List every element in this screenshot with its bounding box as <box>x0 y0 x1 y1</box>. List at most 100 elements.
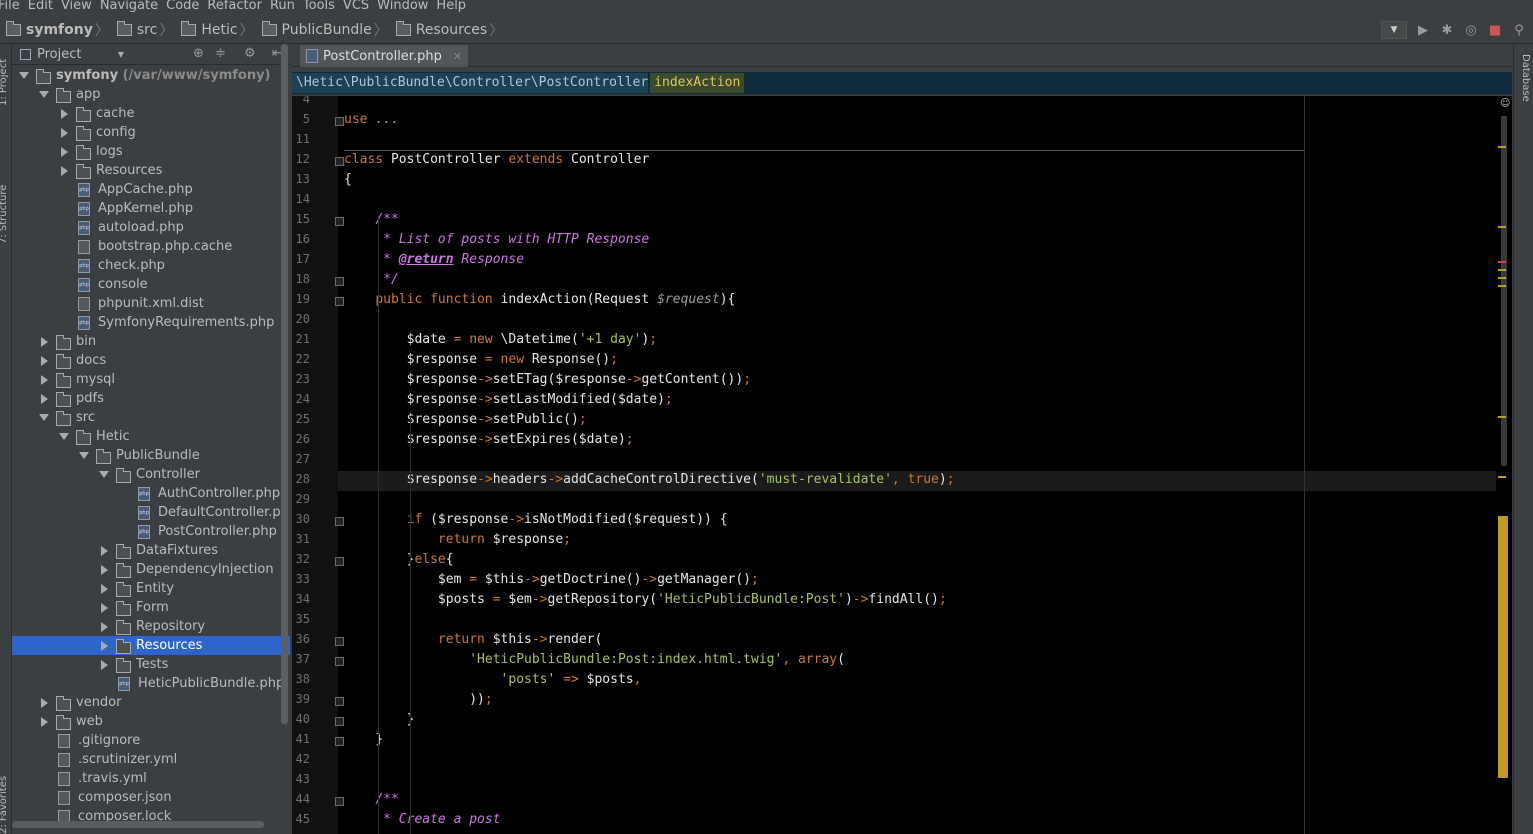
breadcrumb-publicbundle[interactable]: PublicBundle <box>256 21 372 38</box>
fold-marker-icon[interactable] <box>335 297 344 306</box>
coverage-icon[interactable]: ◎ <box>1463 22 1479 38</box>
warning-marker[interactable] <box>1498 277 1506 279</box>
collapsed-arrow-icon[interactable] <box>41 698 48 708</box>
collapsed-arrow-icon[interactable] <box>41 375 48 385</box>
fold-marker-icon[interactable] <box>335 217 344 226</box>
project-tool-tab[interactable]: 1: Project <box>0 59 9 106</box>
run-icon[interactable]: ▶ <box>1415 22 1431 38</box>
menu-refactor[interactable]: Refactor <box>203 0 266 14</box>
tree-item[interactable]: Controller <box>12 465 290 484</box>
tab-postcontroller[interactable]: PostController.php ✕ <box>300 45 469 67</box>
tree-item[interactable]: Repository <box>12 617 290 636</box>
collapsed-arrow-icon[interactable] <box>61 128 68 138</box>
tree-item[interactable]: .gitignore <box>12 731 290 750</box>
tree-item[interactable]: DependencyInjection <box>12 560 290 579</box>
expanded-arrow-icon[interactable] <box>39 414 49 421</box>
tree-item[interactable]: Resources <box>12 636 290 655</box>
close-icon[interactable]: ✕ <box>453 50 462 63</box>
tree-item[interactable]: app <box>12 85 290 104</box>
collapsed-arrow-icon[interactable] <box>101 660 108 670</box>
collapsed-arrow-icon[interactable] <box>101 584 108 594</box>
expanded-arrow-icon[interactable] <box>79 452 89 459</box>
tree-horizontal-scrollbar[interactable] <box>12 821 264 828</box>
warning-marker[interactable] <box>1498 416 1506 418</box>
target-icon[interactable]: ⊕ <box>193 46 204 61</box>
collapsed-arrow-icon[interactable] <box>101 603 108 613</box>
menu-tools[interactable]: Tools <box>299 0 339 14</box>
tree-item[interactable]: php PostController.php <box>12 522 290 541</box>
breadcrumb-symfony[interactable]: symfony <box>0 21 93 38</box>
fold-marker-icon[interactable] <box>335 557 344 566</box>
tree-item[interactable]: src <box>12 408 290 427</box>
menu-window[interactable]: Window <box>373 0 432 14</box>
fold-marker-icon[interactable] <box>335 797 344 806</box>
fold-marker-icon[interactable] <box>335 157 344 166</box>
menu-vcs[interactable]: VCS <box>339 0 373 14</box>
run-config-dropdown[interactable]: ▼ <box>1381 21 1407 39</box>
expanded-arrow-icon[interactable] <box>99 471 109 478</box>
tree-item[interactable]: php console <box>12 275 290 294</box>
tree-item[interactable]: php HeticPublicBundle.php <box>12 674 290 693</box>
tree-item[interactable]: DataFixtures <box>12 541 290 560</box>
breadcrumb-src[interactable]: src <box>111 21 157 38</box>
menu-view[interactable]: View <box>57 0 96 14</box>
inspection-status-icon[interactable]: ☺ <box>1500 98 1512 110</box>
tree-item[interactable]: web <box>12 712 290 731</box>
fold-marker-icon[interactable] <box>335 637 344 646</box>
collapsed-arrow-icon[interactable] <box>41 356 48 366</box>
breadcrumb-resources[interactable]: Resources <box>390 21 487 38</box>
warning-marker[interactable] <box>1498 226 1506 228</box>
gear-icon[interactable]: ⚙ <box>244 46 256 61</box>
tree-item[interactable]: bootstrap.php.cache <box>12 237 290 256</box>
search-icon[interactable]: ⚲ <box>1511 22 1527 38</box>
warning-marker[interactable] <box>1498 285 1506 287</box>
tree-item[interactable]: Tests <box>12 655 290 674</box>
tree-item[interactable]: .travis.yml <box>12 769 290 788</box>
tree-item[interactable]: vendor <box>12 693 290 712</box>
debug-icon[interactable]: ✱ <box>1439 22 1455 38</box>
menu-edit[interactable]: Edit <box>24 0 57 14</box>
tree-item[interactable]: bin <box>12 332 290 351</box>
menu-file[interactable]: File <box>0 0 24 14</box>
menu-code[interactable]: Code <box>162 0 203 14</box>
collapsed-arrow-icon[interactable] <box>101 565 108 575</box>
collapsed-arrow-icon[interactable] <box>41 717 48 727</box>
tree-item[interactable]: Entity <box>12 579 290 598</box>
collapsed-arrow-icon[interactable] <box>41 337 48 347</box>
collapsed-arrow-icon[interactable] <box>101 622 108 632</box>
tree-item[interactable]: symfony (/var/www/symfony) <box>12 66 290 85</box>
editor-scrollbar-thumb[interactable] <box>1498 516 1508 778</box>
tree-item[interactable]: logs <box>12 142 290 161</box>
tree-item[interactable]: php AuthController.php <box>12 484 290 503</box>
error-marker[interactable] <box>1498 261 1506 263</box>
fold-marker-icon[interactable] <box>335 117 344 126</box>
warning-marker[interactable] <box>1498 476 1506 478</box>
code-editor[interactable]: 4 5 11 12 13 14 15 16 17 18 19 20 21 22 23 24 25 26 27 28 29… <box>292 96 1512 834</box>
collapsed-arrow-icon[interactable] <box>41 394 48 404</box>
menu-help[interactable]: Help <box>432 0 470 14</box>
menu-run[interactable]: Run <box>266 0 299 14</box>
tree-item[interactable]: Resources <box>12 161 290 180</box>
menu-navigate[interactable]: Navigate <box>96 0 162 14</box>
tree-item[interactable]: php autoload.php <box>12 218 290 237</box>
collapse-icon[interactable]: ≑ <box>215 46 226 61</box>
expanded-arrow-icon[interactable] <box>19 72 29 79</box>
warning-marker[interactable] <box>1498 269 1506 271</box>
tree-item[interactable]: cache <box>12 104 290 123</box>
tree-item[interactable]: Form <box>12 598 290 617</box>
class-path-crumb[interactable]: \Hetic\PublicBundle\Controller\PostContr… <box>292 73 649 93</box>
tree-item[interactable]: composer.json <box>12 788 290 807</box>
stop-icon[interactable]: ■ <box>1487 22 1503 38</box>
error-stripe[interactable] <box>1501 116 1507 466</box>
favorites-tool-tab[interactable]: 2: Favorites <box>0 776 9 834</box>
tree-item[interactable]: PublicBundle <box>12 446 290 465</box>
tree-item[interactable]: php AppCache.php <box>12 180 290 199</box>
fold-marker-icon[interactable] <box>335 277 344 286</box>
tree-item[interactable]: phpunit.xml.dist <box>12 294 290 313</box>
collapsed-arrow-icon[interactable] <box>101 641 108 651</box>
collapsed-arrow-icon[interactable] <box>61 166 68 176</box>
warning-marker[interactable] <box>1498 146 1506 148</box>
tree-item[interactable]: mysql <box>12 370 290 389</box>
collapsed-arrow-icon[interactable] <box>61 109 68 119</box>
method-crumb[interactable]: indexAction <box>650 73 745 93</box>
